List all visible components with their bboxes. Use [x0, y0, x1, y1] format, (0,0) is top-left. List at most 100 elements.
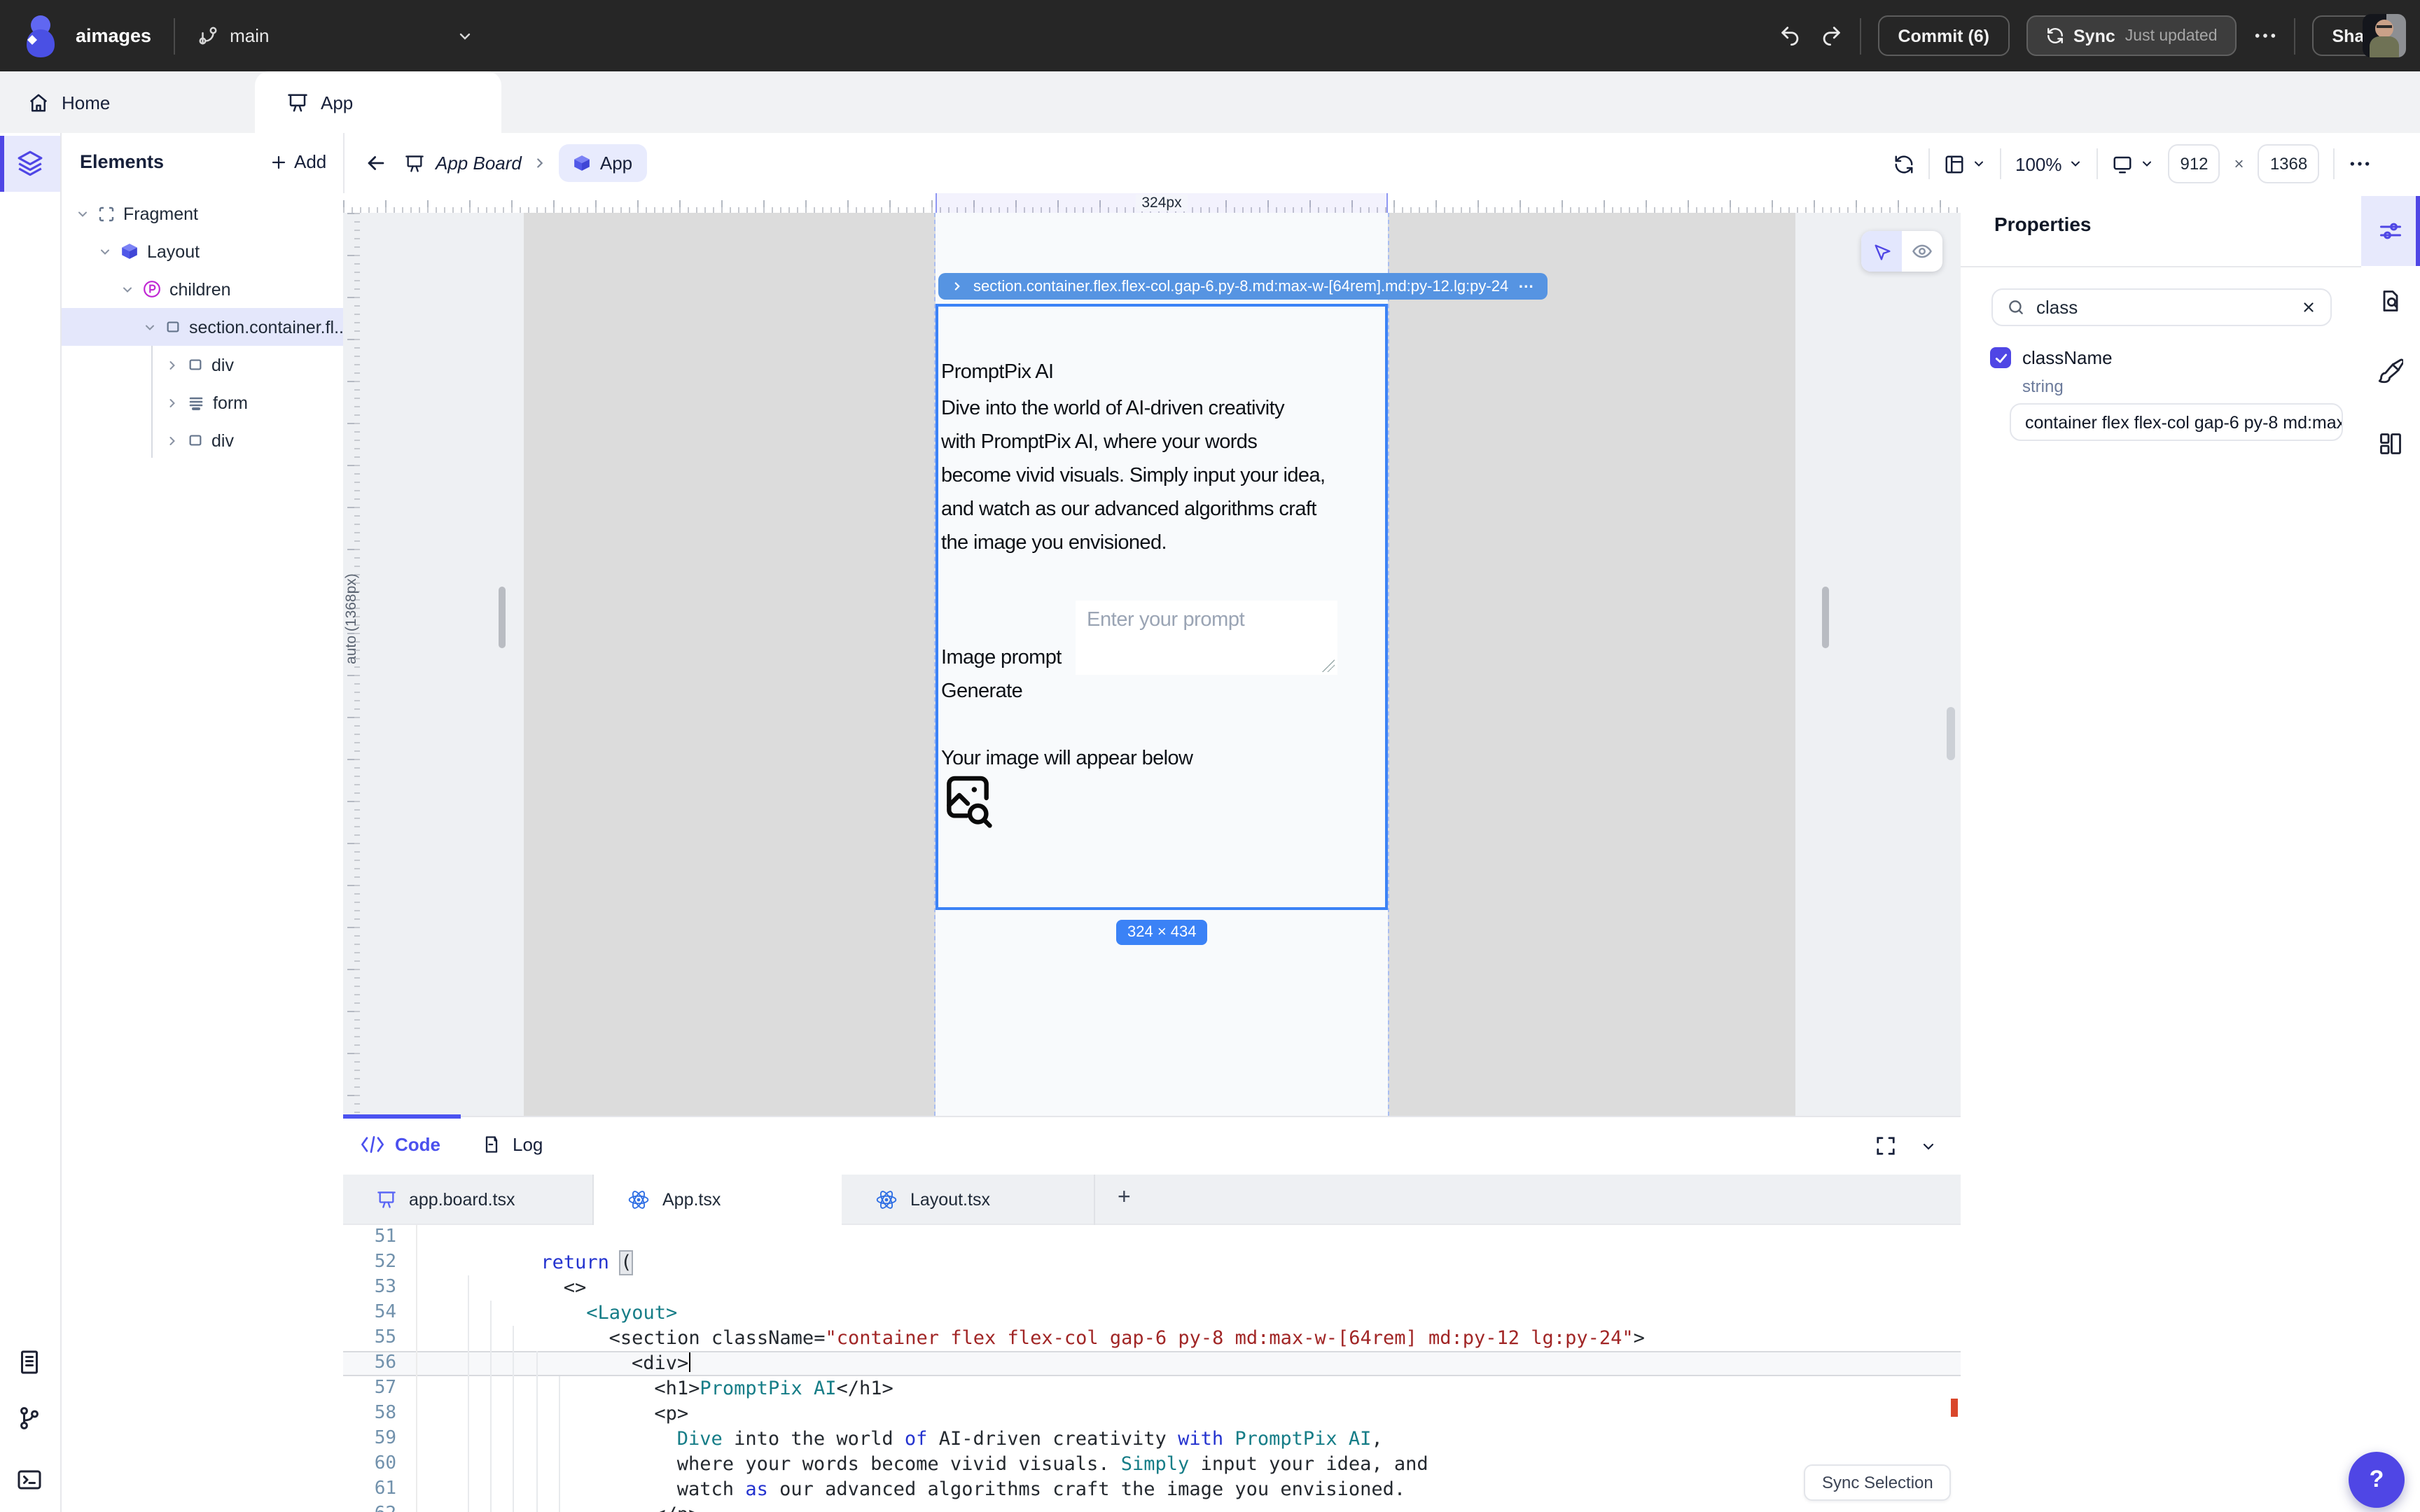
code-line-52[interactable]: 52 return (: [343, 1250, 1961, 1275]
selected-element-chip[interactable]: section.container.flex.flex-col.gap-6.py…: [938, 273, 1548, 300]
chip-chevron-icon: [954, 282, 960, 290]
breadcrumb-app-pill[interactable]: App: [559, 144, 647, 182]
code-line-56[interactable]: 56 <div>: [343, 1351, 1961, 1376]
panels-icon[interactable]: [2378, 431, 2403, 456]
tab-home[interactable]: Home: [28, 71, 110, 133]
collapse-panel-chevron-icon[interactable]: [1920, 1138, 1937, 1155]
add-label: Add: [294, 151, 327, 172]
element-square-icon: [189, 359, 202, 370]
device-dropdown[interactable]: [2113, 153, 2155, 174]
code-line-55[interactable]: 55 <section className="container flex fle…: [343, 1326, 1961, 1351]
indent-guide: [490, 1301, 492, 1512]
indent-guide: [559, 1376, 560, 1512]
project-title: aimages: [76, 25, 152, 46]
brush-icon[interactable]: [2378, 358, 2403, 384]
design-canvas[interactable]: 324px auto (1368px) section.container.fl…: [343, 193, 1961, 1116]
code-line-54[interactable]: 54 <Layout>: [343, 1301, 1961, 1326]
classname-value-input[interactable]: container flex flex-col gap-6 py-8 md:ma…: [2010, 403, 2343, 441]
notes-file-icon[interactable]: [17, 1350, 42, 1375]
more-menu-icon[interactable]: [2254, 24, 2278, 48]
branch-chevron-down-icon[interactable]: [457, 28, 473, 45]
new-file-tab-button[interactable]: +: [1118, 1186, 1131, 1211]
tab-app[interactable]: App: [255, 71, 501, 133]
textarea-resize-handle[interactable]: [1322, 659, 1335, 672]
chip-more-icon[interactable]: ⋯: [1518, 277, 1535, 295]
branch-selector[interactable]: main: [197, 25, 269, 46]
chevron-down-icon[interactable]: [98, 244, 112, 258]
file-tab-app-board[interactable]: app.board.tsx: [343, 1175, 594, 1225]
rail-layers-active-tile[interactable]: [0, 136, 60, 192]
eye-mode-segment[interactable]: [1902, 231, 1942, 272]
file-tab-app-tsx[interactable]: App.tsx: [594, 1175, 842, 1225]
generate-button-text[interactable]: Generate: [941, 675, 1023, 708]
sync-button[interactable]: Sync Just updated: [2026, 15, 2237, 56]
sync-selection-button[interactable]: Sync Selection: [1804, 1464, 1952, 1501]
chevron-right-icon[interactable]: [165, 358, 179, 372]
refresh-icon[interactable]: [1893, 153, 1914, 174]
zoom-dropdown[interactable]: 100%: [2015, 153, 2083, 174]
toolbar-divider: [1928, 148, 1930, 179]
tree-item-fragment[interactable]: Fragment: [60, 195, 359, 232]
chevron-down-icon[interactable]: [120, 282, 134, 296]
image-prompt-label: Image prompt: [941, 647, 1062, 669]
frame-resize-handle-left[interactable]: [499, 587, 506, 648]
code-line-51[interactable]: 51: [343, 1225, 1961, 1250]
code-editor[interactable]: 51 52 return (53 <> 54 <Layout> 55 <section cla…: [343, 1225, 1961, 1512]
layout-grid-dropdown[interactable]: [1944, 153, 1986, 174]
layout-grid-icon: [1945, 155, 1963, 173]
tab-log[interactable]: Log: [482, 1134, 543, 1155]
app-logo-icon[interactable]: [22, 13, 62, 58]
back-arrow-icon[interactable]: [364, 151, 388, 175]
code-line-53[interactable]: 53 <>: [343, 1275, 1961, 1301]
home-icon: [29, 93, 48, 111]
canvas-more-icon[interactable]: [2349, 153, 2372, 175]
prompt-textarea[interactable]: Enter your prompt: [1076, 601, 1337, 675]
file-tab-layout-tsx[interactable]: Layout.tsx: [842, 1175, 1095, 1225]
frame-resize-handle-right[interactable]: [1822, 587, 1829, 648]
chevron-down-icon: [1975, 161, 1983, 167]
breadcrumb: App Board App: [405, 144, 647, 182]
tab-home-label: Home: [62, 92, 111, 113]
viewport-height-input[interactable]: 1368: [2258, 144, 2320, 183]
code-line-60[interactable]: 60 where your words become vivid visuals.…: [343, 1452, 1961, 1477]
indent-guide: [513, 1326, 514, 1512]
avatar-glasses: [2377, 25, 2392, 32]
chevron-right-icon[interactable]: [165, 433, 179, 447]
help-button[interactable]: ?: [2349, 1452, 2405, 1508]
code-line-59[interactable]: 59 Dive into the world of AI-driven creat…: [343, 1427, 1961, 1452]
classname-checkbox[interactable]: [1990, 347, 2011, 368]
terminal-icon[interactable]: [17, 1467, 42, 1492]
code-line-58[interactable]: 58 <p>: [343, 1401, 1961, 1427]
code-line-57[interactable]: 57 <h1>PromptPix AI</h1>: [343, 1376, 1961, 1401]
cursor-mode-segment[interactable]: [1861, 231, 1902, 272]
interact-preview-toggle[interactable]: [1861, 231, 1942, 272]
undo-icon[interactable]: [1779, 24, 1802, 48]
tab-code[interactable]: Code: [361, 1134, 440, 1155]
code-line-61[interactable]: 61 watch as our advanced algorithms craft…: [343, 1477, 1961, 1502]
ruler-selection-highlight: 324px: [936, 193, 1388, 213]
form-icon: [189, 396, 203, 410]
sync-status: Just updated: [2125, 27, 2218, 44]
properties-search-input[interactable]: class: [1991, 288, 2332, 326]
breadcrumb-board[interactable]: App Board: [436, 153, 522, 174]
viewport-width-input[interactable]: 912: [2168, 144, 2220, 183]
chip-label: section.container.flex.flex-col.gap-6.py…: [973, 278, 1509, 295]
tree-item-layout[interactable]: Layout: [60, 232, 381, 270]
fullscreen-icon[interactable]: [1875, 1135, 1896, 1156]
chevron-down-icon[interactable]: [143, 320, 157, 334]
redo-icon[interactable]: [1819, 24, 1843, 48]
file-search-icon[interactable]: [2378, 288, 2403, 314]
code-line-62[interactable]: 62</p>: [343, 1502, 1961, 1512]
sync-refresh-icon: [2047, 27, 2062, 44]
element-square-icon: [167, 321, 179, 332]
add-element-button[interactable]: Add: [270, 151, 326, 172]
rail-properties-active-tile[interactable]: [2361, 196, 2420, 266]
board-easel-icon: [288, 93, 307, 111]
chevron-down-icon[interactable]: [76, 206, 90, 220]
clear-search-icon[interactable]: [2301, 300, 2316, 315]
commit-button[interactable]: Commit (6): [1878, 15, 2009, 56]
chevron-right-icon[interactable]: [165, 396, 179, 410]
git-branch-rail-icon[interactable]: [17, 1406, 42, 1431]
canvas-scrollbar[interactable]: [1947, 707, 1955, 760]
user-avatar[interactable]: [2363, 14, 2406, 57]
